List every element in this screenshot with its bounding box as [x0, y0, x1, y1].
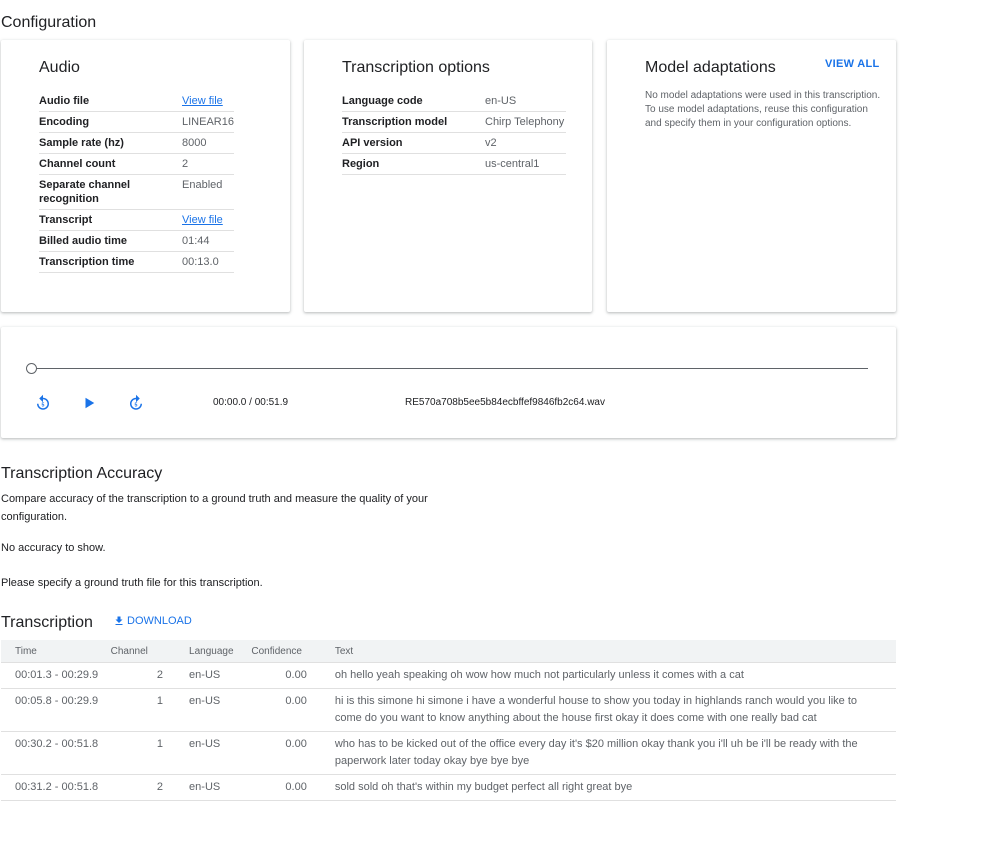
- cell-confidence: 0.00: [251, 731, 335, 775]
- audio-row: Sample rate (hz) 8000: [39, 132, 234, 154]
- transcription-title: Transcription: [1, 614, 93, 631]
- audio-card: Audio Audio file View file Encoding LINE…: [1, 40, 290, 312]
- seek-track[interactable]: [37, 368, 868, 369]
- table-row: 00:30.2 - 00:51.8 1 en-US 0.00 who has t…: [1, 731, 896, 775]
- audio-card-title: Audio: [39, 59, 80, 76]
- cell-language: en-US: [189, 662, 252, 689]
- options-row: API version v2: [342, 132, 566, 154]
- audio-file-link[interactable]: View file: [182, 95, 223, 107]
- cell-channel: 1: [110, 731, 190, 775]
- options-row-key: Language code: [342, 91, 485, 112]
- options-row-value: v2: [485, 132, 566, 154]
- options-row-key: API version: [342, 132, 485, 154]
- audio-row-key: Audio file: [39, 91, 182, 112]
- audio-file-name: RE570a708b5ee5b84ecbffef9846fb2c64.wav: [405, 397, 605, 408]
- audio-row: Transcript View file: [39, 209, 234, 231]
- column-header-time[interactable]: Time: [1, 640, 111, 663]
- replay-5-icon[interactable]: 5: [34, 394, 52, 412]
- audio-row-value: Enabled: [182, 174, 234, 210]
- audio-row-value: 01:44: [182, 230, 234, 252]
- accuracy-description-line-1: Compare accuracy of the transcription to…: [1, 493, 428, 505]
- options-row-value: us-central1: [485, 153, 566, 175]
- audio-row: Encoding LINEAR16: [39, 111, 234, 133]
- cell-time: 00:30.2 - 00:51.8: [1, 731, 111, 775]
- table-row: 00:31.2 - 00:51.8 2 en-US 0.00 sold sold…: [1, 774, 896, 801]
- cell-confidence: 0.00: [251, 774, 335, 801]
- transcription-table: Time Channel Language Confidence Text 00…: [1, 640, 896, 801]
- cell-channel: 2: [110, 774, 190, 801]
- accuracy-title: Transcription Accuracy: [1, 465, 163, 482]
- audio-row-key: Channel count: [39, 153, 182, 175]
- audio-row-key: Billed audio time: [39, 230, 182, 252]
- audio-row-key: Encoding: [39, 111, 182, 133]
- download-label: DOWNLOAD: [127, 615, 192, 627]
- forward-5-icon[interactable]: 5: [127, 394, 145, 412]
- table-row: 00:05.8 - 00:29.9 1 en-US 0.00 hi is thi…: [1, 688, 896, 732]
- time-readout: 00:00.0 / 00:51.9: [213, 397, 289, 408]
- cell-text: sold sold oh that's within my budget per…: [334, 774, 896, 801]
- transcript-file-link[interactable]: View file: [182, 214, 223, 226]
- audio-row-key: Separate channel recognition: [39, 174, 182, 210]
- cell-time: 00:31.2 - 00:51.8: [1, 774, 111, 801]
- transcription-options-title: Transcription options: [342, 59, 490, 76]
- download-icon: [115, 616, 123, 625]
- model-adaptations-title: Model adaptations: [645, 59, 776, 76]
- audio-row: Billed audio time 01:44: [39, 230, 234, 252]
- download-button[interactable]: DOWNLOAD: [113, 615, 192, 627]
- cell-channel: 1: [110, 688, 190, 732]
- audio-row-key: Transcript: [39, 209, 182, 231]
- table-header-row: Time Channel Language Confidence Text: [1, 640, 896, 663]
- view-all-button[interactable]: VIEW ALL: [825, 58, 880, 70]
- svg-text:5: 5: [135, 402, 138, 408]
- play-icon[interactable]: [82, 396, 96, 410]
- options-row-value: en-US: [485, 91, 566, 112]
- audio-row: Audio file View file: [39, 91, 234, 112]
- transcription-options-card: Transcription options Language code en-U…: [304, 40, 592, 312]
- audio-row-key: Sample rate (hz): [39, 132, 182, 154]
- audio-details-table: Audio file View file Encoding LINEAR16 S…: [39, 91, 234, 273]
- cell-confidence: 0.00: [251, 688, 335, 732]
- column-header-text[interactable]: Text: [334, 640, 896, 663]
- no-accuracy-text: No accuracy to show.: [1, 542, 106, 554]
- audio-row: Transcription time 00:13.0: [39, 251, 234, 273]
- cell-channel: 2: [110, 662, 190, 689]
- column-header-language[interactable]: Language: [189, 640, 252, 663]
- table-row: 00:01.3 - 00:29.9 2 en-US 0.00 oh hello …: [1, 662, 896, 689]
- accuracy-description-line-2: configuration.: [1, 511, 68, 523]
- options-row-value: Chirp Telephony: [485, 111, 566, 133]
- cell-text: oh hello yeah speaking oh wow how much n…: [334, 662, 896, 689]
- configuration-title: Configuration: [1, 14, 97, 31]
- options-row: Transcription model Chirp Telephony: [342, 111, 566, 133]
- audio-row-key: Transcription time: [39, 251, 182, 273]
- audio-player: 5 5 00:00.0 / 00:51.9 RE570a708b5ee5b84e…: [1, 327, 896, 438]
- model-adaptations-description: No model adaptations were used in this t…: [645, 90, 881, 129]
- cell-time: 00:01.3 - 00:29.9: [1, 662, 111, 689]
- options-row-key: Transcription model: [342, 111, 485, 133]
- column-header-confidence[interactable]: Confidence: [251, 640, 335, 663]
- model-adaptations-card: Model adaptations VIEW ALL No model adap…: [607, 40, 896, 312]
- ground-truth-hint: Please specify a ground truth file for t…: [1, 577, 263, 589]
- cell-confidence: 0.00: [251, 662, 335, 689]
- audio-row-value: 8000: [182, 132, 234, 154]
- audio-row-value: LINEAR16: [182, 111, 234, 133]
- cell-time: 00:05.8 - 00:29.9: [1, 688, 111, 732]
- column-header-channel[interactable]: Channel: [110, 640, 190, 663]
- options-row: Region us-central1: [342, 153, 566, 175]
- page: Configuration Audio Audio file View file…: [0, 0, 999, 845]
- cell-text: hi is this simone hi simone i have a won…: [334, 688, 896, 732]
- options-row: Language code en-US: [342, 91, 566, 112]
- options-row-key: Region: [342, 153, 485, 175]
- audio-row-value: 2: [182, 153, 234, 175]
- audio-row: Channel count 2: [39, 153, 234, 175]
- cell-text: who has to be kicked out of the office e…: [334, 731, 896, 775]
- audio-row-value: 00:13.0: [182, 251, 234, 273]
- transcription-options-table: Language code en-US Transcription model …: [342, 91, 566, 175]
- seek-handle[interactable]: [26, 363, 37, 374]
- audio-row: Separate channel recognition Enabled: [39, 174, 234, 210]
- cell-language: en-US: [189, 688, 252, 732]
- cell-language: en-US: [189, 731, 252, 775]
- cell-language: en-US: [189, 774, 252, 801]
- svg-text:5: 5: [42, 402, 45, 408]
